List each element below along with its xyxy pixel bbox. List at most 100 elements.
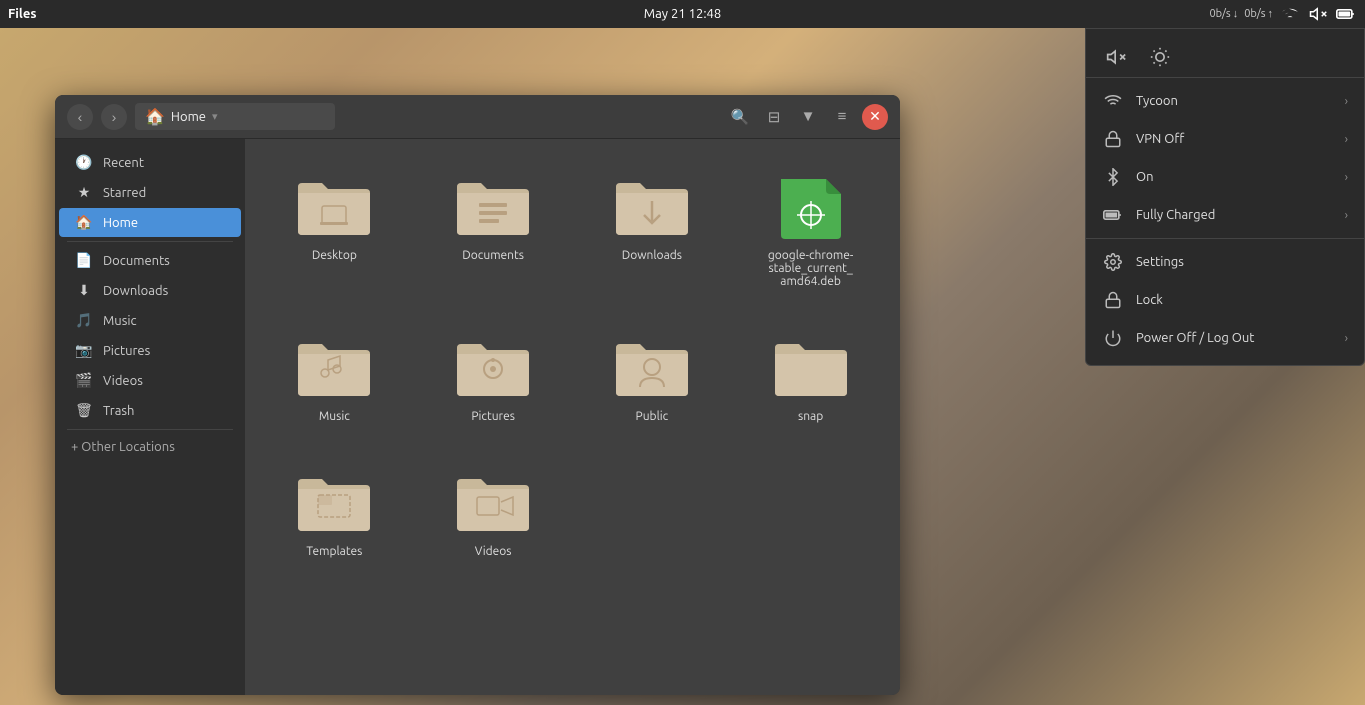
sort-button[interactable]: ▼ [794, 103, 822, 131]
sidebar-label-documents: Documents [103, 254, 170, 268]
snap-folder-icon [771, 332, 851, 402]
desktop-folder-icon [294, 171, 374, 241]
tray-sound-icon[interactable] [1102, 43, 1130, 71]
sidebar-item-recent[interactable]: 🕐 Recent [59, 148, 241, 177]
up-arrow-icon: ↑ [1268, 8, 1274, 20]
tray-wifi-label: Tycoon [1136, 94, 1333, 108]
templates-folder-icon [294, 467, 374, 537]
star-icon: ★ [75, 184, 93, 201]
topbar-right: 0b/s ↓ 0b/s ↑ [1209, 3, 1357, 25]
sidebar-item-other-locations[interactable]: + Other Locations [55, 434, 245, 460]
videos-folder-icon [453, 467, 533, 537]
breadcrumb[interactable]: 🏠 Home ▾ [135, 103, 335, 130]
file-item-desktop[interactable]: Desktop [265, 159, 404, 300]
templates-label: Templates [306, 545, 362, 558]
tray-power-label: Power Off / Log Out [1136, 331, 1333, 345]
tray-bluetooth-label: On [1136, 170, 1333, 184]
file-item-downloads[interactable]: Downloads [583, 159, 722, 300]
tray-top-icons [1086, 37, 1364, 78]
tray-vpn-icon [1102, 128, 1124, 150]
sidebar-divider-2 [67, 429, 233, 430]
back-button[interactable]: ‹ [67, 104, 93, 130]
trash-icon: 🗑 [75, 402, 93, 419]
tray-wifi-icon [1102, 90, 1124, 112]
sidebar-label-downloads: Downloads [103, 284, 168, 298]
file-manager-window: ‹ › 🏠 Home ▾ 🔍 ⊟ ▼ ≡ ✕ 🕐 Recent ★ Starre… [55, 95, 900, 695]
file-item-public[interactable]: Public [583, 320, 722, 435]
sidebar-item-downloads[interactable]: ⬇ Downloads [59, 276, 241, 305]
home-sidebar-icon: 🏠 [75, 214, 93, 231]
topbar: Files May 21 12:48 0b/s ↓ 0b/s ↑ [0, 0, 1365, 28]
tray-wifi-arrow: › [1345, 95, 1348, 108]
file-item-documents[interactable]: Documents [424, 159, 563, 300]
sidebar-item-trash[interactable]: 🗑 Trash [59, 396, 241, 425]
tray-settings-icon [1102, 251, 1124, 273]
tray-battery-icon [1102, 204, 1124, 226]
sidebar-item-music[interactable]: 🎵 Music [59, 306, 241, 335]
tray-bluetooth-item[interactable]: On › [1086, 158, 1364, 196]
tray-brightness-icon[interactable] [1146, 43, 1174, 71]
tray-battery-label: Fully Charged [1136, 208, 1333, 222]
view-button[interactable]: ⊟ [760, 103, 788, 131]
down-arrow-icon: ↓ [1233, 8, 1239, 20]
pictures-folder-icon [453, 332, 533, 402]
file-item-templates[interactable]: Templates [265, 455, 404, 570]
tray-power-arrow: › [1345, 332, 1348, 345]
sidebar-item-starred[interactable]: ★ Starred [59, 178, 241, 207]
snap-label: snap [798, 410, 823, 423]
file-item-music[interactable]: Music [265, 320, 404, 435]
file-grid: Desktop Documents [265, 159, 880, 570]
public-folder-icon [612, 332, 692, 402]
music-folder-icon [294, 332, 374, 402]
menu-button[interactable]: ≡ [828, 103, 856, 131]
file-item-videos[interactable]: Videos [424, 455, 563, 570]
window-titlebar: ‹ › 🏠 Home ▾ 🔍 ⊟ ▼ ≡ ✕ [55, 95, 900, 139]
sidebar-item-videos[interactable]: 🎬 Videos [59, 366, 241, 395]
chrome-deb-icon [771, 171, 851, 241]
net-down-stat: 0b/s ↓ [1209, 8, 1238, 20]
videos-icon: 🎬 [75, 372, 93, 389]
tray-popup: Tycoon › VPN Off › On › [1085, 28, 1365, 366]
documents-label: Documents [462, 249, 524, 262]
search-button[interactable]: 🔍 [726, 103, 754, 131]
sidebar-item-documents[interactable]: 📄 Documents [59, 246, 241, 275]
tray-vpn-label: VPN Off [1136, 132, 1333, 146]
sidebar-item-home[interactable]: 🏠 Home [59, 208, 241, 237]
window-body: 🕐 Recent ★ Starred 🏠 Home 📄 Documents ⬇ … [55, 139, 900, 695]
breadcrumb-label: Home [171, 110, 206, 124]
sidebar: 🕐 Recent ★ Starred 🏠 Home 📄 Documents ⬇ … [55, 139, 245, 695]
tray-power-icon [1102, 327, 1124, 349]
tray-lock-icon [1102, 289, 1124, 311]
documents-folder-icon [453, 171, 533, 241]
music-label: Music [319, 410, 350, 423]
chrome-deb-label: google-chrome-stable_current_amd64.deb [766, 249, 856, 288]
documents-icon: 📄 [75, 252, 93, 269]
sidebar-item-pictures[interactable]: 📷 Pictures [59, 336, 241, 365]
tray-vpn-arrow: › [1345, 133, 1348, 146]
forward-button[interactable]: › [101, 104, 127, 130]
file-item-snap[interactable]: snap [741, 320, 880, 435]
wifi-icon[interactable] [1279, 3, 1301, 25]
file-item-chrome-deb[interactable]: google-chrome-stable_current_amd64.deb [741, 159, 880, 300]
tray-wifi-item[interactable]: Tycoon › [1086, 82, 1364, 120]
downloads-folder-icon [612, 171, 692, 241]
tray-vpn-item[interactable]: VPN Off › [1086, 120, 1364, 158]
battery-icon[interactable] [1335, 3, 1357, 25]
close-button[interactable]: ✕ [862, 104, 888, 130]
app-name: Files [8, 7, 36, 21]
sidebar-label-home: Home [103, 216, 138, 230]
file-item-pictures[interactable]: Pictures [424, 320, 563, 435]
sidebar-label-trash: Trash [103, 404, 134, 418]
breadcrumb-dropdown-icon: ▾ [212, 110, 218, 123]
home-icon: 🏠 [145, 107, 165, 126]
tray-settings-item[interactable]: Settings [1086, 243, 1364, 281]
tray-divider-1 [1086, 238, 1364, 239]
sidebar-label-pictures: Pictures [103, 344, 150, 358]
sound-icon[interactable] [1307, 3, 1329, 25]
net-up-value: 0b/s [1244, 8, 1265, 20]
pictures-icon: 📷 [75, 342, 93, 359]
tray-battery-item[interactable]: Fully Charged › [1086, 196, 1364, 234]
tray-lock-item[interactable]: Lock [1086, 281, 1364, 319]
net-down-value: 0b/s [1209, 8, 1230, 20]
tray-power-item[interactable]: Power Off / Log Out › [1086, 319, 1364, 357]
